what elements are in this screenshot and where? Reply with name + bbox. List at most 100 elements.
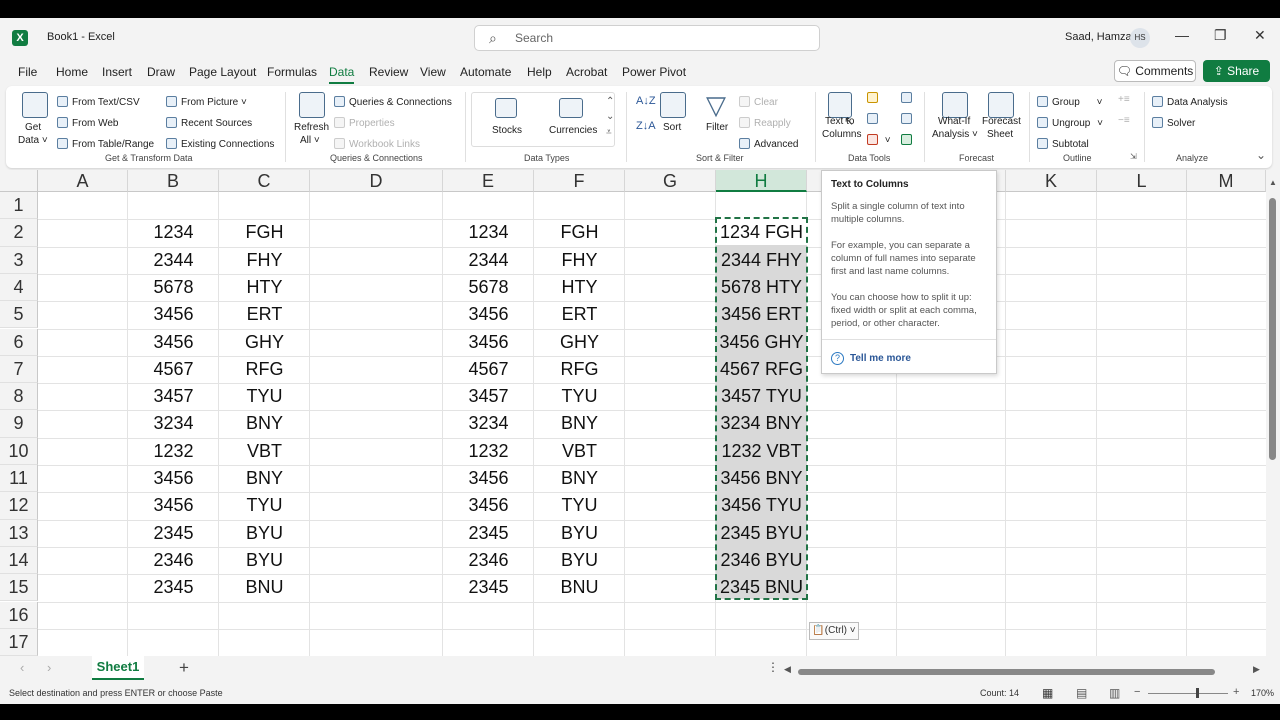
cell-c5[interactable]: ERT [219,301,310,328]
cell-b3[interactable]: 2344 [128,247,219,274]
from-table-range-button[interactable]: From Table/Range [57,138,154,150]
clear-button[interactable]: Clear [739,96,778,108]
tab-file[interactable]: File [18,65,37,79]
zoom-out-icon[interactable]: − [1134,686,1140,698]
worksheet-grid[interactable]: ABCDEFGHIJKLM 1234567891011121314151617 … [0,170,1266,656]
stocks-button[interactable]: Stocks [492,125,522,136]
cell-e11[interactable]: 3456 [443,465,534,492]
row-header-17[interactable]: 17 [0,628,38,656]
flash-fill-icon[interactable] [867,92,882,104]
column-header-b[interactable]: B [128,170,219,192]
cell-e13[interactable]: 2345 [443,520,534,547]
group-button[interactable]: Group ˅ [1037,96,1102,108]
previous-sheet-icon[interactable]: ‹ [20,660,24,675]
tab-view[interactable]: View [420,65,446,79]
cell-e15[interactable]: 2345 [443,574,534,601]
cell-f13[interactable]: BYU [534,520,625,547]
column-header-k[interactable]: K [1006,170,1097,192]
cell-e14[interactable]: 2346 [443,547,534,574]
cell-c8[interactable]: TYU [219,383,310,410]
subtotal-button[interactable]: Subtotal [1037,138,1089,150]
cell-b13[interactable]: 2345 [128,520,219,547]
comments-button[interactable]: 🗨 Comments [1114,60,1196,82]
relationships-icon[interactable] [901,113,916,125]
vertical-scroll-thumb[interactable] [1269,198,1276,460]
gallery-scroll-down-icon[interactable]: ⌄ [606,111,614,122]
cell-c13[interactable]: BYU [219,520,310,547]
currencies-button[interactable]: Currencies [549,125,597,136]
cell-c10[interactable]: VBT [219,438,310,465]
close-icon[interactable]: ✕ [1254,27,1266,44]
column-header-g[interactable]: G [625,170,716,192]
cell-e2[interactable]: 1234 [443,219,534,246]
column-header-h[interactable]: H [716,170,807,192]
ungroup-button[interactable]: Ungroup ˅ [1037,117,1103,129]
sheet-tab-sheet1[interactable]: Sheet1 [92,656,144,680]
cell-b6[interactable]: 3456 [128,329,219,356]
properties-button[interactable]: Properties [334,117,395,129]
sort-ascending-icon[interactable]: A↓Z [636,95,656,107]
queries-connections-button[interactable]: Queries & Connections [334,96,452,108]
normal-view-icon[interactable]: ▦ [1042,686,1053,700]
tab-data[interactable]: Data [329,65,354,79]
cell-e9[interactable]: 3234 [443,410,534,437]
cell-c14[interactable]: BYU [219,547,310,574]
cell-b7[interactable]: 4567 [128,356,219,383]
user-name[interactable]: Saad, Hamza [1065,31,1132,43]
row-header-3[interactable]: 3 [0,246,38,274]
cell-f4[interactable]: HTY [534,274,625,301]
scroll-right-icon[interactable]: ▶ [1253,664,1260,675]
tab-power-pivot[interactable]: Power Pivot [622,65,686,79]
cell-c3[interactable]: FHY [219,247,310,274]
cell-b5[interactable]: 3456 [128,301,219,328]
cell-f7[interactable]: RFG [534,356,625,383]
tab-page-layout[interactable]: Page Layout [189,65,256,79]
show-detail-icon[interactable]: +≡ [1118,94,1130,105]
scroll-left-icon[interactable]: ◀ [784,664,791,675]
row-header-4[interactable]: 4 [0,273,38,302]
refresh-all-line1[interactable]: Refresh [294,122,329,133]
workbook-links-button[interactable]: Workbook Links [334,138,420,150]
row-header-16[interactable]: 16 [0,601,38,629]
tab-help[interactable]: Help [527,65,552,79]
consolidate-icon[interactable] [901,92,916,104]
sort-descending-icon[interactable]: Z↓A [636,120,656,132]
remove-duplicates-icon[interactable] [867,113,882,125]
column-header-a[interactable]: A [38,170,128,192]
row-header-5[interactable]: 5 [0,301,38,329]
tell-me-more-link[interactable]: ? Tell me more [831,348,987,366]
cell-b12[interactable]: 3456 [128,492,219,519]
scroll-up-icon[interactable]: ▲ [1269,178,1277,187]
row-header-11[interactable]: 11 [0,465,38,493]
cell-f15[interactable]: BNU [534,574,625,601]
cell-e3[interactable]: 2344 [443,247,534,274]
text-to-columns-line2[interactable]: Columns [822,129,861,140]
get-data-line2[interactable]: Data ˅ [18,135,48,146]
recent-sources-button[interactable]: Recent Sources [166,117,252,129]
cell-e12[interactable]: 3456 [443,492,534,519]
row-header-9[interactable]: 9 [0,410,38,438]
solver-button[interactable]: Solver [1152,117,1195,129]
from-picture-button[interactable]: From Picture ˅ [166,96,247,108]
tab-home[interactable]: Home [56,65,88,79]
tab-splitter-icon[interactable]: ⋮ [767,660,779,674]
cell-e6[interactable]: 3456 [443,329,534,356]
cell-c11[interactable]: BNY [219,465,310,492]
cell-e7[interactable]: 4567 [443,356,534,383]
cell-c7[interactable]: RFG [219,356,310,383]
row-header-12[interactable]: 12 [0,492,38,520]
what-if-line1[interactable]: What-If [938,116,970,127]
gallery-expand-icon[interactable]: ⩡ [606,127,612,138]
paste-options-button[interactable]: 📋(Ctrl) ˅ [809,622,859,640]
cell-f12[interactable]: TYU [534,492,625,519]
row-header-1[interactable]: 1 [0,192,38,220]
cell-f6[interactable]: GHY [534,329,625,356]
from-web-button[interactable]: From Web [57,117,119,129]
refresh-all-line2[interactable]: All ˅ [300,135,320,146]
data-validation-icon[interactable]: ˅ [867,134,891,146]
cell-f14[interactable]: BYU [534,547,625,574]
hide-detail-icon[interactable]: −≡ [1118,115,1130,126]
reapply-button[interactable]: Reapply [739,117,791,129]
filter-button[interactable]: Filter [706,122,728,133]
cell-c9[interactable]: BNY [219,410,310,437]
